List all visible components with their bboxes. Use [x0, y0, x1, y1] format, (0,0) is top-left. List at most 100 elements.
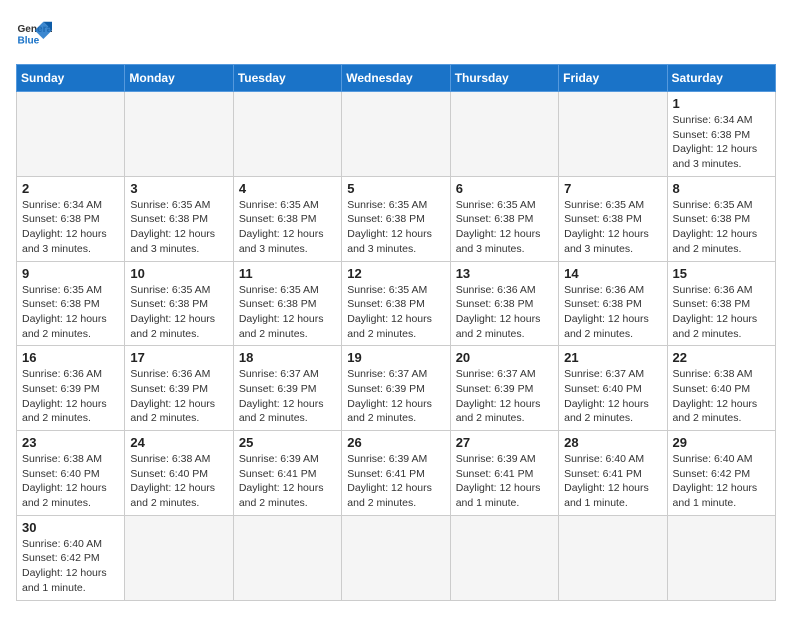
day-number: 6 [456, 181, 553, 196]
column-header-saturday: Saturday [667, 65, 775, 92]
calendar-cell: 5 Sunrise: 6:35 AM Sunset: 6:38 PM Daylig… [342, 176, 450, 261]
day-number: 14 [564, 266, 661, 281]
day-info: Sunrise: 6:35 AM Sunset: 6:38 PM Dayligh… [130, 198, 227, 257]
calendar-cell: 28Sunrise: 6:40 AM Sunset: 6:41 PM Dayli… [559, 431, 667, 516]
day-info: Sunrise: 6:36 AM Sunset: 6:38 PM Dayligh… [456, 283, 553, 342]
day-number: 20 [456, 350, 553, 365]
day-info: Sunrise: 6:34 AM Sunset: 6:38 PM Dayligh… [673, 113, 770, 172]
calendar-cell [450, 92, 558, 177]
calendar-cell: 24Sunrise: 6:38 AM Sunset: 6:40 PM Dayli… [125, 431, 233, 516]
calendar-cell [125, 515, 233, 600]
day-info: Sunrise: 6:38 AM Sunset: 6:40 PM Dayligh… [673, 367, 770, 426]
day-number: 9 [22, 266, 119, 281]
day-number: 7 [564, 181, 661, 196]
calendar-cell: 10 Sunrise: 6:35 AM Sunset: 6:38 PM Dayli… [125, 261, 233, 346]
calendar-cell: 25 Sunrise: 6:39 AM Sunset: 6:41 PM Dayli… [233, 431, 341, 516]
calendar-cell [233, 92, 341, 177]
day-info: Sunrise: 6:39 AM Sunset: 6:41 PM Dayligh… [347, 452, 444, 511]
day-number: 8 [673, 181, 770, 196]
calendar-cell [450, 515, 558, 600]
calendar-cell: 6 Sunrise: 6:35 AM Sunset: 6:38 PM Daylig… [450, 176, 558, 261]
day-info: Sunrise: 6:35 AM Sunset: 6:38 PM Dayligh… [347, 198, 444, 257]
calendar-cell [342, 92, 450, 177]
calendar-cell [125, 92, 233, 177]
calendar-cell: 22 Sunrise: 6:38 AM Sunset: 6:40 PM Dayli… [667, 346, 775, 431]
calendar-cell: 13 Sunrise: 6:36 AM Sunset: 6:38 PM Dayli… [450, 261, 558, 346]
calendar-cell [667, 515, 775, 600]
day-info: Sunrise: 6:35 AM Sunset: 6:38 PM Dayligh… [347, 283, 444, 342]
day-number: 22 [673, 350, 770, 365]
day-info: Sunrise: 6:39 AM Sunset: 6:41 PM Dayligh… [239, 452, 336, 511]
calendar-cell: 17 Sunrise: 6:36 AM Sunset: 6:39 PM Dayli… [125, 346, 233, 431]
day-number: 16 [22, 350, 119, 365]
calendar-table: SundayMondayTuesdayWednesdayThursdayFrid… [16, 64, 776, 601]
calendar-cell: 29 Sunrise: 6:40 AM Sunset: 6:42 PM Dayli… [667, 431, 775, 516]
calendar-cell: 15Sunrise: 6:36 AM Sunset: 6:38 PM Dayli… [667, 261, 775, 346]
day-number: 30 [22, 520, 119, 535]
day-info: Sunrise: 6:35 AM Sunset: 6:38 PM Dayligh… [456, 198, 553, 257]
day-number: 17 [130, 350, 227, 365]
svg-text:Blue: Blue [17, 35, 39, 46]
calendar-cell: 2 Sunrise: 6:34 AM Sunset: 6:38 PM Daylig… [17, 176, 125, 261]
calendar-cell: 26Sunrise: 6:39 AM Sunset: 6:41 PM Dayli… [342, 431, 450, 516]
day-info: Sunrise: 6:35 AM Sunset: 6:38 PM Dayligh… [239, 283, 336, 342]
calendar-cell: 8Sunrise: 6:35 AM Sunset: 6:38 PM Daylig… [667, 176, 775, 261]
day-number: 18 [239, 350, 336, 365]
day-info: Sunrise: 6:38 AM Sunset: 6:40 PM Dayligh… [22, 452, 119, 511]
calendar-cell: 20 Sunrise: 6:37 AM Sunset: 6:39 PM Dayli… [450, 346, 558, 431]
day-number: 3 [130, 181, 227, 196]
day-info: Sunrise: 6:35 AM Sunset: 6:38 PM Dayligh… [22, 283, 119, 342]
day-info: Sunrise: 6:36 AM Sunset: 6:38 PM Dayligh… [564, 283, 661, 342]
calendar-cell [233, 515, 341, 600]
calendar-cell: 23 Sunrise: 6:38 AM Sunset: 6:40 PM Dayli… [17, 431, 125, 516]
calendar-cell [559, 515, 667, 600]
column-header-friday: Friday [559, 65, 667, 92]
day-number: 2 [22, 181, 119, 196]
day-number: 5 [347, 181, 444, 196]
calendar-cell: 12 Sunrise: 6:35 AM Sunset: 6:38 PM Dayli… [342, 261, 450, 346]
day-info: Sunrise: 6:36 AM Sunset: 6:39 PM Dayligh… [22, 367, 119, 426]
calendar-cell: 19 Sunrise: 6:37 AM Sunset: 6:39 PM Dayli… [342, 346, 450, 431]
column-header-wednesday: Wednesday [342, 65, 450, 92]
day-number: 1 [673, 96, 770, 111]
day-info: Sunrise: 6:37 AM Sunset: 6:39 PM Dayligh… [456, 367, 553, 426]
day-number: 23 [22, 435, 119, 450]
day-info: Sunrise: 6:36 AM Sunset: 6:39 PM Dayligh… [130, 367, 227, 426]
calendar-cell: 7 Sunrise: 6:35 AM Sunset: 6:38 PM Daylig… [559, 176, 667, 261]
day-number: 13 [456, 266, 553, 281]
calendar-cell: 30Sunrise: 6:40 AM Sunset: 6:42 PM Dayli… [17, 515, 125, 600]
day-number: 4 [239, 181, 336, 196]
day-number: 29 [673, 435, 770, 450]
calendar-cell: 9 Sunrise: 6:35 AM Sunset: 6:38 PM Daylig… [17, 261, 125, 346]
day-info: Sunrise: 6:35 AM Sunset: 6:38 PM Dayligh… [564, 198, 661, 257]
day-info: Sunrise: 6:38 AM Sunset: 6:40 PM Dayligh… [130, 452, 227, 511]
day-info: Sunrise: 6:37 AM Sunset: 6:39 PM Dayligh… [239, 367, 336, 426]
calendar-cell [342, 515, 450, 600]
calendar-cell: 18 Sunrise: 6:37 AM Sunset: 6:39 PM Dayli… [233, 346, 341, 431]
day-info: Sunrise: 6:39 AM Sunset: 6:41 PM Dayligh… [456, 452, 553, 511]
day-number: 10 [130, 266, 227, 281]
day-info: Sunrise: 6:35 AM Sunset: 6:38 PM Dayligh… [130, 283, 227, 342]
calendar-cell [559, 92, 667, 177]
calendar-week-row: 2 Sunrise: 6:34 AM Sunset: 6:38 PM Daylig… [17, 176, 776, 261]
day-info: Sunrise: 6:36 AM Sunset: 6:38 PM Dayligh… [673, 283, 770, 342]
calendar-week-row: 9 Sunrise: 6:35 AM Sunset: 6:38 PM Daylig… [17, 261, 776, 346]
day-info: Sunrise: 6:35 AM Sunset: 6:38 PM Dayligh… [239, 198, 336, 257]
logo: General Blue [16, 16, 52, 52]
calendar-cell: 27Sunrise: 6:39 AM Sunset: 6:41 PM Dayli… [450, 431, 558, 516]
day-number: 12 [347, 266, 444, 281]
day-number: 25 [239, 435, 336, 450]
calendar-cell: 16 Sunrise: 6:36 AM Sunset: 6:39 PM Dayli… [17, 346, 125, 431]
calendar-cell: 3 Sunrise: 6:35 AM Sunset: 6:38 PM Daylig… [125, 176, 233, 261]
day-info: Sunrise: 6:40 AM Sunset: 6:42 PM Dayligh… [673, 452, 770, 511]
day-number: 11 [239, 266, 336, 281]
calendar-cell: 1 Sunrise: 6:34 AM Sunset: 6:38 PM Daylig… [667, 92, 775, 177]
column-header-monday: Monday [125, 65, 233, 92]
day-info: Sunrise: 6:37 AM Sunset: 6:40 PM Dayligh… [564, 367, 661, 426]
calendar-cell: 4 Sunrise: 6:35 AM Sunset: 6:38 PM Daylig… [233, 176, 341, 261]
calendar-cell: 21Sunrise: 6:37 AM Sunset: 6:40 PM Dayli… [559, 346, 667, 431]
day-info: Sunrise: 6:37 AM Sunset: 6:39 PM Dayligh… [347, 367, 444, 426]
day-info: Sunrise: 6:34 AM Sunset: 6:38 PM Dayligh… [22, 198, 119, 257]
day-number: 19 [347, 350, 444, 365]
calendar-cell: 14 Sunrise: 6:36 AM Sunset: 6:38 PM Dayli… [559, 261, 667, 346]
